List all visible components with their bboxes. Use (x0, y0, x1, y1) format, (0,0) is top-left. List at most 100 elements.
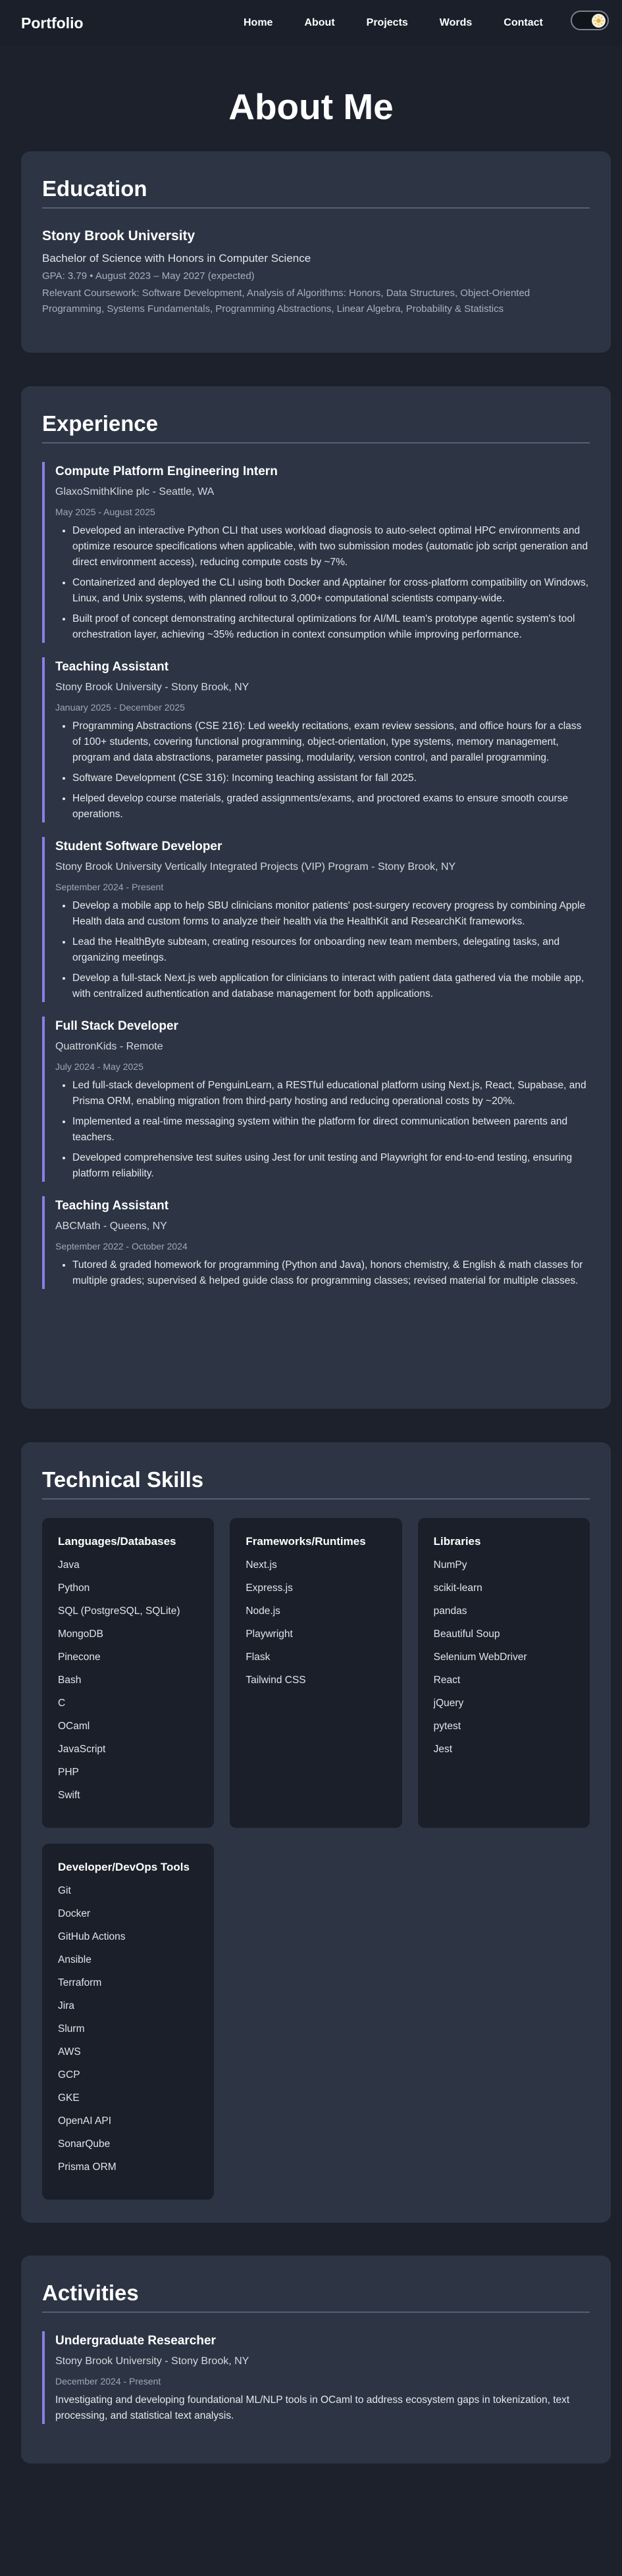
skill-item: Node.js (246, 1605, 280, 1617)
skill-group-title: Languages/Databases (58, 1535, 176, 1548)
entry-bullet: Lead the HealthByte subteam, creating re… (72, 934, 590, 966)
skill-item: JavaScript (58, 1744, 106, 1755)
skill-item: Jest (433, 1744, 453, 1755)
entry-dates: September 2022 - October 2024 (55, 1241, 188, 1251)
nav-link-contact[interactable]: Contact (504, 17, 543, 29)
entry-dates: December 2024 - Present (55, 2376, 161, 2387)
theme-toggle-knob (592, 14, 606, 28)
entry-title: Undergraduate Researcher (55, 2334, 216, 2348)
experience-entry: Compute Platform Engineering Intern Glax… (42, 462, 590, 643)
skill-item: Slurm (58, 2023, 85, 2034)
skill-item: MongoDB (58, 1629, 103, 1640)
theme-toggle-switch[interactable] (571, 11, 609, 30)
skill-item: Flask (246, 1652, 271, 1663)
experience-entry: Teaching Assistant ABCMath - Queens, NY … (42, 1196, 590, 1289)
skill-item: Terraform (58, 1977, 102, 1988)
education-heading: Education (42, 176, 147, 201)
skill-item: GitHub Actions (58, 1931, 126, 1942)
skill-item: Pinecone (58, 1652, 101, 1663)
entry-org: QuattronKids - Remote (55, 1041, 163, 1052)
skill-item: Tailwind CSS (246, 1675, 306, 1686)
brand-logo-link[interactable]: Portfolio (21, 14, 84, 32)
skill-item: Ansible (58, 1954, 91, 1965)
entry-bullet: Helped develop course materials, graded … (72, 791, 590, 822)
entry-bullet: Software Development (CSE 316): Incoming… (72, 770, 590, 786)
entry-description: Investigating and developing foundationa… (55, 2394, 570, 2421)
entry-org: Stony Brook University Vertically Integr… (55, 861, 456, 872)
entry-org: Stony Brook University - Stony Brook, NY (55, 2356, 249, 2367)
skill-item: SQL (PostgreSQL, SQLite) (58, 1605, 180, 1617)
entry-org: ABCMath - Queens, NY (55, 1221, 167, 1232)
skill-item: Swift (58, 1790, 80, 1801)
skill-item: pytest (433, 1721, 461, 1732)
skill-item: jQuery (433, 1698, 464, 1709)
nav-link-home[interactable]: Home (244, 17, 272, 29)
education-coursework: Relevant Coursework: Software Developmen… (42, 288, 531, 315)
entry-bullet: Tutored & graded homework for programmin… (72, 1257, 590, 1289)
nav-links: Home About Projects Words Contact (244, 0, 543, 46)
skill-item: Playwright (246, 1629, 293, 1640)
skill-item: Prisma ORM (58, 2161, 117, 2173)
entry-dates: January 2025 - December 2025 (55, 702, 185, 713)
skill-item: Java (58, 1559, 80, 1571)
entry-title: Full Stack Developer (55, 1019, 178, 1033)
top-navbar: Portfolio Home About Projects Words Cont… (0, 0, 622, 46)
skill-item: React (433, 1675, 461, 1686)
entry-title: Teaching Assistant (55, 1199, 169, 1213)
skills-card: Technical Skills Languages/Databases Jav… (21, 1442, 611, 2223)
skill-item: C (58, 1698, 66, 1709)
entry-bullet: Develop a mobile app to help SBU clinici… (72, 898, 590, 930)
skill-item: pandas (433, 1605, 467, 1617)
skill-item: Selenium WebDriver (433, 1652, 527, 1663)
entry-bullets: Programming Abstractions (CSE 216): Led … (55, 719, 590, 822)
skill-item: OpenAI API (58, 2115, 111, 2127)
section-divider (42, 207, 590, 209)
skill-item: Beautiful Soup (433, 1629, 500, 1640)
skill-item: PHP (58, 1767, 79, 1778)
entry-title: Teaching Assistant (55, 660, 169, 674)
skill-item: scikit-learn (433, 1582, 482, 1594)
skills-heading: Technical Skills (42, 1467, 204, 1492)
skill-item: Next.js (246, 1559, 277, 1571)
skill-group-title: Libraries (433, 1535, 481, 1548)
activities-heading: Activities (42, 2281, 139, 2305)
experience-heading: Experience (42, 411, 159, 436)
skill-item: Python (58, 1582, 90, 1594)
skill-item: Bash (58, 1675, 82, 1686)
entry-title: Compute Platform Engineering Intern (55, 465, 278, 478)
skill-group-libraries: Libraries NumPy scikit-learn pandas Beau… (417, 1518, 590, 1828)
skill-group-languages: Languages/Databases Java Python SQL (Pos… (42, 1518, 215, 1828)
education-gpa: GPA: 3.79 • August 2023 – May 2027 (expe… (42, 270, 255, 282)
skill-item: Express.js (246, 1582, 293, 1594)
experience-entry: Student Software Developer Stony Brook U… (42, 837, 590, 1002)
section-divider (42, 2311, 590, 2313)
nav-link-projects[interactable]: Projects (367, 17, 408, 29)
skill-item: NumPy (433, 1559, 467, 1571)
entry-dates: July 2024 - May 2025 (55, 1061, 143, 1072)
skill-group-devops: Developer/DevOps Tools Git Docker GitHub… (42, 1844, 215, 2200)
entry-bullets: Tutored & graded homework for programmin… (55, 1257, 590, 1289)
section-divider (42, 442, 590, 443)
activity-entry: Undergraduate Researcher Stony Brook Uni… (42, 2331, 590, 2424)
activities-card: Activities Undergraduate Researcher Ston… (21, 2256, 611, 2463)
skill-item: Git (58, 1885, 71, 1896)
nav-link-words[interactable]: Words (440, 17, 472, 29)
entry-bullets: Led full-stack development of PenguinLea… (55, 1078, 590, 1182)
entry-bullet: Developed comprehensive test suites usin… (72, 1150, 590, 1182)
skill-item: GKE (58, 2092, 80, 2104)
education-degree: Bachelor of Science with Honors in Compu… (42, 252, 311, 265)
skills-grid: Languages/Databases Java Python SQL (Pos… (42, 1518, 590, 2200)
entry-bullet: Developed an interactive Python CLI that… (72, 523, 590, 570)
entry-bullet: Implemented a real-time messaging system… (72, 1114, 590, 1146)
skill-group-title: Developer/DevOps Tools (58, 1861, 190, 1873)
skill-item: Docker (58, 1908, 91, 1919)
skill-item: OCaml (58, 1721, 90, 1732)
entry-dates: September 2024 - Present (55, 882, 164, 892)
entry-org: GlaxoSmithKline plc - Seattle, WA (55, 486, 215, 497)
nav-link-about[interactable]: About (304, 17, 334, 29)
entry-bullet: Containerized and deployed the CLI using… (72, 575, 590, 607)
experience-entry: Teaching Assistant Stony Brook Universit… (42, 657, 590, 822)
education-school: Stony Brook University (42, 228, 195, 243)
entry-title: Student Software Developer (55, 840, 222, 853)
skill-item: Jira (58, 2000, 74, 2011)
